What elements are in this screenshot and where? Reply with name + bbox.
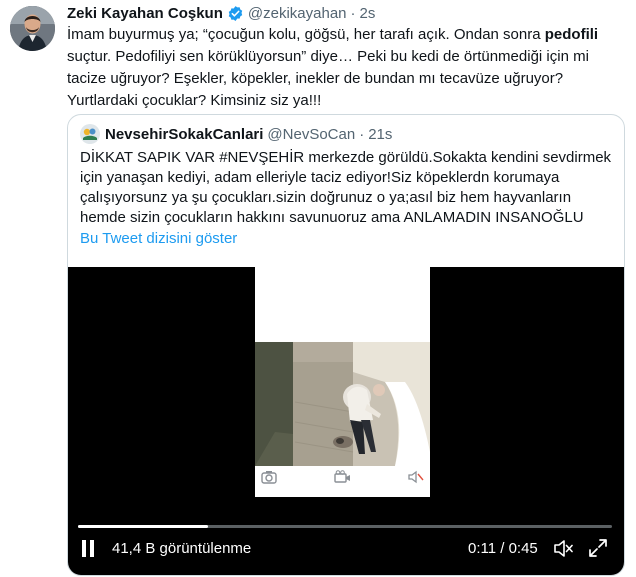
video-progress-fill (78, 525, 209, 528)
verified-badge-icon (227, 5, 244, 22)
quoted-text-line: DİKKAT SAPIK VAR #NEVŞEHİR merkezde görü… (80, 149, 612, 166)
separator-dot: · (359, 125, 365, 143)
quoted-author-avatar[interactable] (80, 124, 100, 144)
tweet-text-line: İmam buyurmuş ya; “çocuğun kolu, göğsü, … (67, 26, 545, 43)
separator-dot: · (350, 4, 356, 22)
camera-icon (261, 470, 277, 489)
quoted-tweet-text: DİKKAT SAPIK VAR #NEVŞEHİR merkezde görü… (80, 148, 614, 228)
video-scene (255, 342, 430, 466)
quoted-text-line: için yanaşan kediyi, adam elleriyle taci… (80, 169, 560, 186)
quoted-tweet[interactable]: NevsehirSokakCanlari @NevSoCan · 21s DİK… (67, 114, 625, 576)
tweet-text-line: Yurtlardaki çocuklar? Kimsiniz siz ya!!! (67, 92, 322, 109)
mute-icon[interactable] (553, 539, 573, 562)
hashtag-highlight: pedofili (544, 26, 599, 43)
video-progress-bar[interactable] (78, 525, 612, 528)
video-icon (334, 470, 351, 489)
quoted-tweet-header: NevsehirSokakCanlari @NevSoCan · 21s (80, 124, 392, 144)
quoted-text-line: hemde sizin çocukların hakkını savunuoru… (80, 209, 584, 226)
show-thread-link[interactable]: Bu Tweet dizisini göster (80, 230, 237, 247)
tweet-header: Zeki Kayahan Coşkun @zekikayahan · 2s (67, 4, 375, 22)
video-player[interactable]: 41,4 B görüntülenme 0:11 / 0:45 (68, 267, 624, 575)
video-controls: 41,4 B görüntülenme 0:11 / 0:45 (68, 537, 624, 573)
quoted-author-name[interactable]: NevsehirSokakCanlari (105, 126, 263, 143)
quoted-author-handle[interactable]: @NevSoCan (267, 126, 355, 143)
video-frame-toolbar (255, 470, 430, 494)
tweet-text-line: suçtur. Pedofiliyi sen körüklüyorsun” di… (67, 48, 589, 65)
author-name[interactable]: Zeki Kayahan Coşkun (67, 5, 223, 22)
tweet-time[interactable]: 2s (360, 5, 376, 22)
author-avatar[interactable] (10, 6, 55, 51)
volume-off-icon (408, 470, 424, 489)
video-time: 0:11 / 0:45 (468, 540, 538, 557)
quoted-tweet-time[interactable]: 21s (368, 126, 392, 143)
view-count: 41,4 B görüntülenme (112, 540, 252, 557)
fullscreen-icon[interactable] (588, 538, 608, 562)
video-frame (255, 267, 430, 497)
pause-icon[interactable] (81, 540, 95, 561)
author-handle[interactable]: @zekikayahan (248, 5, 347, 22)
tweet-text-line: tacize uğruyor? Eşekler, köpekler, inekl… (67, 70, 564, 87)
quoted-text-line: çalışıyorsunz ya şu çocukları.sizin doğr… (80, 189, 572, 206)
tweet-text: İmam buyurmuş ya; “çocuğun kolu, göğsü, … (67, 24, 627, 112)
